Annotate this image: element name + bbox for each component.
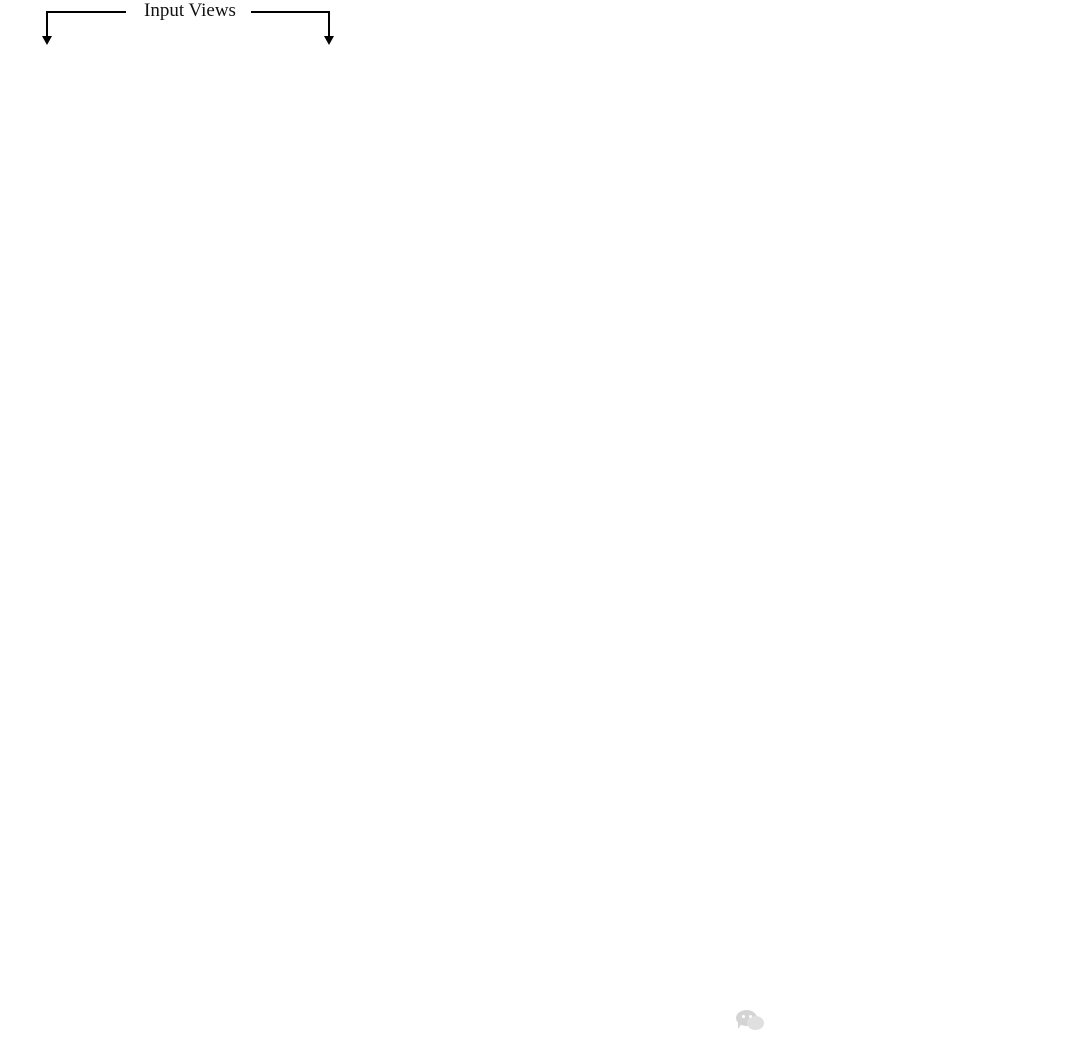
wechat-icon xyxy=(736,1010,766,1034)
comparison-grid xyxy=(0,0,1080,915)
watermark xyxy=(736,1010,773,1034)
